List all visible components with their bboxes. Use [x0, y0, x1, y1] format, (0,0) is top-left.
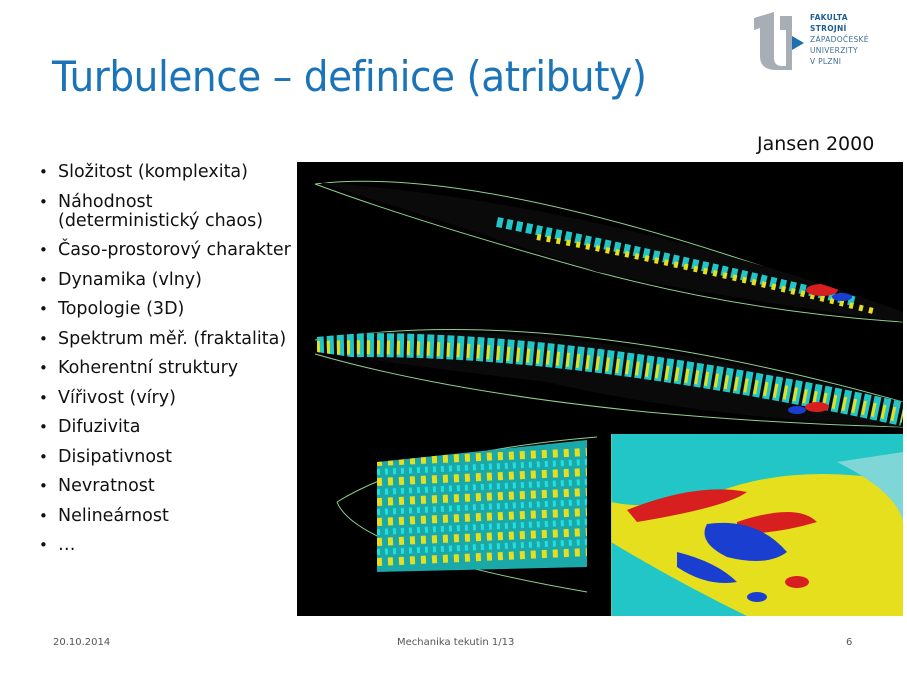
- list-item: Topologie (3D): [38, 300, 298, 320]
- list-item: Vířivost (víry): [38, 388, 298, 408]
- citation: Jansen 2000: [757, 133, 875, 155]
- turbulence-simulation-image: [297, 162, 903, 616]
- list-item: Složitost (komplexita): [38, 163, 298, 183]
- list-item: …: [38, 536, 298, 556]
- vortex-visualization: [297, 162, 903, 616]
- list-item: Koherentní struktury: [38, 359, 298, 379]
- footer-date: 20.10.2014: [53, 637, 111, 648]
- logo-line-4: V PLZNI: [810, 57, 842, 66]
- logo-text: FAKULTA STROJNÍ ZÁPADOČESKÉ UNIVERZITY V…: [810, 12, 872, 67]
- logo-line-1: FAKULTA STROJNÍ: [810, 13, 848, 33]
- logo-line-2: ZÁPADOČESKÉ: [810, 35, 869, 44]
- faculty-logo: FAKULTA STROJNÍ ZÁPADOČESKÉ UNIVERZITY V…: [752, 10, 872, 74]
- list-item: Nelineárnost: [38, 506, 298, 526]
- footer-course: Mechanika tekutin 1/13: [397, 637, 515, 648]
- attribute-list: Složitost (komplexita) Náhodnost (determ…: [38, 163, 298, 566]
- list-item: Dynamika (vlny): [38, 270, 298, 290]
- slide-title: Turbulence – definice (atributy): [52, 52, 647, 101]
- list-item: Časo-prostorový charakter: [38, 241, 298, 261]
- list-item: Nevratnost: [38, 477, 298, 497]
- list-item: Disipativnost: [38, 447, 298, 467]
- footer-page-number: 6: [846, 637, 853, 648]
- university-mark-icon: [754, 12, 804, 70]
- logo-line-3: UNIVERZITY: [810, 46, 858, 55]
- list-item: Spektrum měř. (fraktalita): [38, 329, 298, 349]
- list-item: Náhodnost (deterministický chaos): [38, 192, 298, 231]
- vortex-closeup-inset: [611, 434, 903, 616]
- list-item: Difuzivita: [38, 418, 298, 438]
